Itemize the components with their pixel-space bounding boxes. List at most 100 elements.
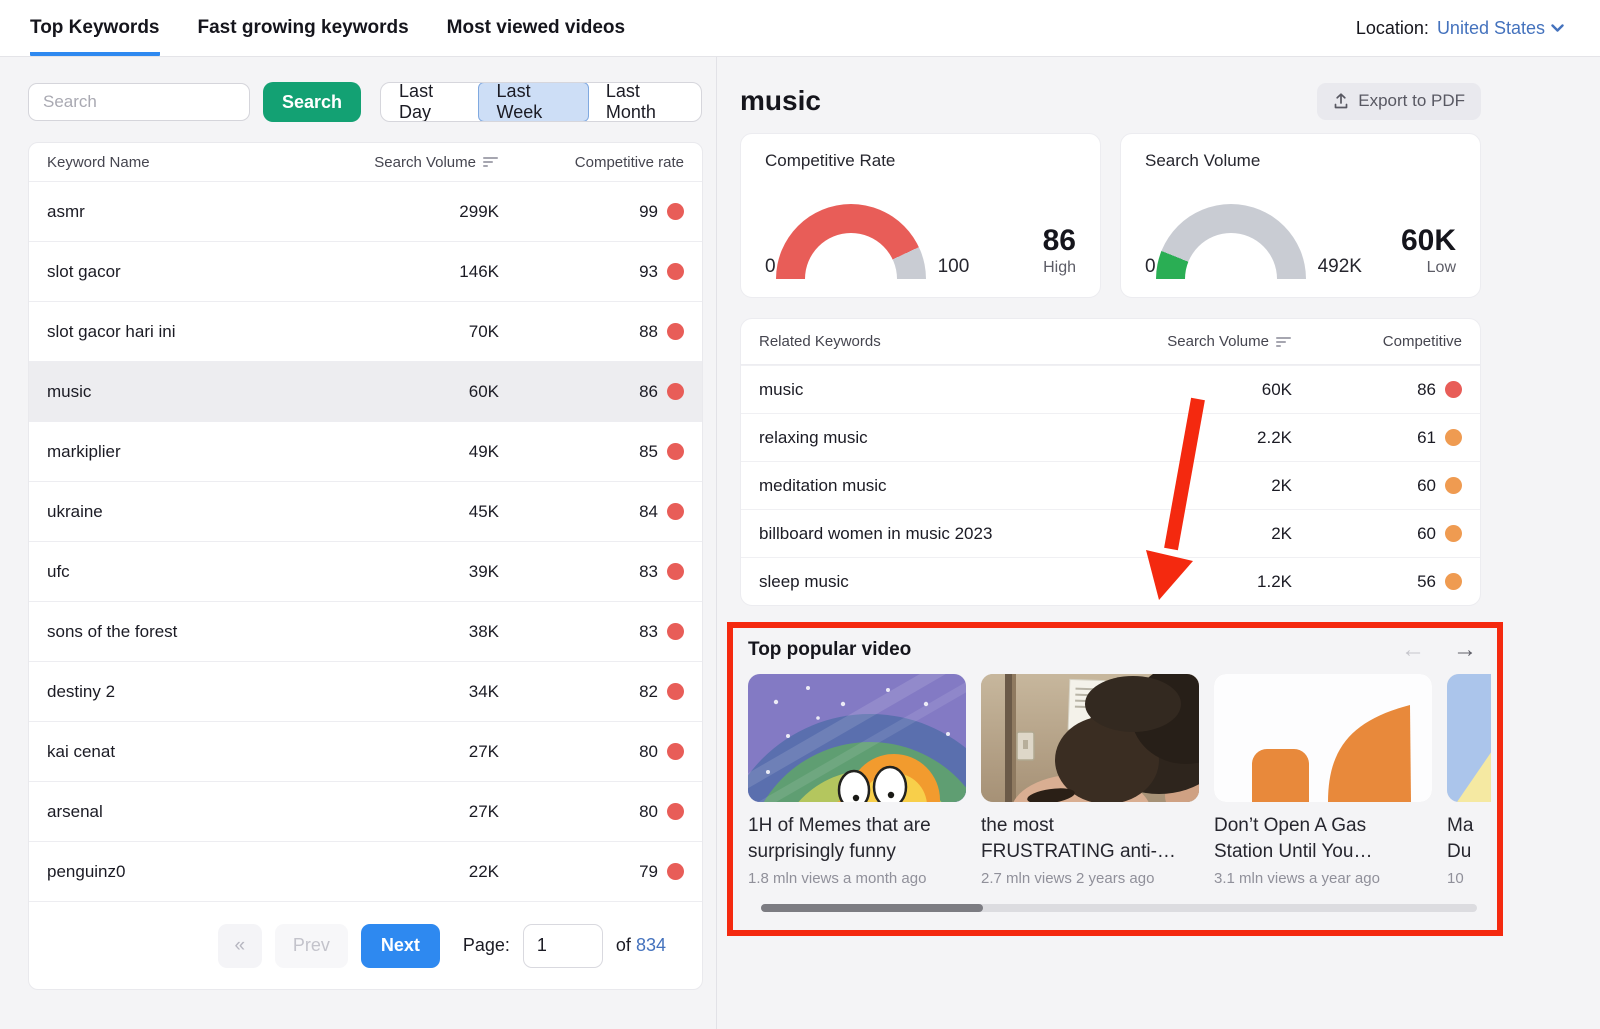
location-dropdown[interactable]: United States bbox=[1437, 18, 1564, 39]
table-row[interactable]: asmr 299K 99 bbox=[29, 181, 702, 241]
header-keyword-name: Keyword Name bbox=[47, 154, 329, 171]
page-number-input[interactable] bbox=[523, 924, 603, 968]
rate-dot bbox=[1445, 477, 1462, 494]
gauge-value: 60K bbox=[1401, 225, 1456, 257]
rate-cell: 80 bbox=[499, 742, 684, 762]
tab-most-viewed-videos[interactable]: Most viewed videos bbox=[447, 0, 625, 56]
rate-value: 84 bbox=[639, 502, 658, 522]
rate-dot bbox=[667, 203, 684, 220]
rate-value: 99 bbox=[639, 202, 658, 222]
video-card[interactable]: MaDu 10 bbox=[1447, 674, 1491, 887]
search-button[interactable]: Search bbox=[263, 82, 361, 122]
volume-cell: 2.2K bbox=[1112, 428, 1292, 448]
rate-dot bbox=[667, 683, 684, 700]
table-header-row: Keyword Name Search Volume Competitive r… bbox=[29, 143, 702, 181]
tab-top-keywords[interactable]: Top Keywords bbox=[30, 0, 160, 56]
rate-cell: 80 bbox=[499, 802, 684, 822]
rate-value: 60 bbox=[1417, 476, 1436, 496]
top-navigation-bar: Top Keywords Fast growing keywords Most … bbox=[0, 0, 1600, 57]
first-page-button[interactable]: « bbox=[218, 924, 262, 968]
gauge-min: 0 bbox=[1145, 256, 1156, 279]
table-row-selected[interactable]: music 60K 86 bbox=[29, 361, 702, 421]
rate-cell: 82 bbox=[499, 682, 684, 702]
carousel-next-icon[interactable]: → bbox=[1453, 638, 1477, 662]
video-thumbnail-clipped bbox=[1447, 674, 1491, 802]
table-row[interactable]: sons of the forest 38K 83 bbox=[29, 601, 702, 661]
table-row[interactable]: slot gacor 146K 93 bbox=[29, 241, 702, 301]
related-keywords-table: Related Keywords Search Volume Competiti… bbox=[740, 318, 1481, 606]
related-row[interactable]: music 60K 86 bbox=[741, 365, 1480, 413]
carousel-scrollbar-thumb[interactable] bbox=[761, 904, 983, 912]
header-label: Search Volume bbox=[374, 154, 476, 171]
rate-cell: 85 bbox=[499, 442, 684, 462]
video-card[interactable]: Don’t Open A GasStation Until You… 3.1 m… bbox=[1214, 674, 1432, 887]
next-page-button[interactable]: Next bbox=[361, 924, 440, 968]
rate-cell: 86 bbox=[1292, 380, 1462, 400]
volume-cell: 49K bbox=[329, 442, 499, 462]
period-last-month[interactable]: Last Month bbox=[588, 83, 701, 121]
related-row[interactable]: billboard women in music 2023 2K 60 bbox=[741, 509, 1480, 557]
table-row[interactable]: ukraine 45K 84 bbox=[29, 481, 702, 541]
video-views: 2.7 mln views 2 years ago bbox=[981, 870, 1199, 887]
rate-cell: 93 bbox=[499, 262, 684, 282]
competitive-rate-card: Competitive Rate 0 100 86 High bbox=[740, 133, 1101, 298]
volume-cell: 1.2K bbox=[1112, 572, 1292, 592]
volume-cell: 22K bbox=[329, 862, 499, 882]
keyword-cell: asmr bbox=[47, 202, 329, 222]
table-row[interactable]: markiplier 49K 85 bbox=[29, 421, 702, 481]
video-card[interactable]: the mostFRUSTRATING anti-… 2.7 mln views… bbox=[981, 674, 1199, 887]
header-search-volume[interactable]: Search Volume bbox=[1112, 333, 1292, 350]
period-toggle-group: Last Day Last Week Last Month bbox=[380, 82, 702, 122]
period-last-day[interactable]: Last Day bbox=[381, 83, 479, 121]
keyword-cell: music bbox=[759, 380, 1112, 400]
video-title: the mostFRUSTRATING anti-… bbox=[981, 813, 1199, 865]
volume-cell: 60K bbox=[329, 382, 499, 402]
rate-value: 61 bbox=[1417, 428, 1436, 448]
rate-dot bbox=[667, 263, 684, 280]
carousel-header: Top popular video ← → bbox=[748, 638, 1491, 662]
keyword-cell: arsenal bbox=[47, 802, 329, 822]
location-label: Location: bbox=[1356, 18, 1429, 39]
table-row[interactable]: arsenal 27K 80 bbox=[29, 781, 702, 841]
table-controls: Search Last Day Last Week Last Month bbox=[28, 82, 702, 122]
video-card[interactable]: 1H of Memes that aresurprisingly funny 1… bbox=[748, 674, 966, 887]
volume-cell: 146K bbox=[329, 262, 499, 282]
carousel-scrollbar-track[interactable] bbox=[761, 904, 1477, 912]
rate-cell: 99 bbox=[499, 202, 684, 222]
total-pages-link[interactable]: 834 bbox=[636, 935, 666, 955]
table-row[interactable]: penguinz0 22K 79 bbox=[29, 841, 702, 901]
sort-icon[interactable] bbox=[483, 157, 499, 167]
rate-dot bbox=[667, 383, 684, 400]
related-row[interactable]: meditation music 2K 60 bbox=[741, 461, 1480, 509]
sort-icon[interactable] bbox=[1276, 337, 1292, 347]
rate-dot bbox=[667, 503, 684, 520]
rate-value: 86 bbox=[639, 382, 658, 402]
keyword-cell: sons of the forest bbox=[47, 622, 329, 642]
video-title: 1H of Memes that aresurprisingly funny bbox=[748, 813, 966, 865]
volume-cell: 70K bbox=[329, 322, 499, 342]
table-row[interactable]: destiny 2 34K 82 bbox=[29, 661, 702, 721]
keyword-cell: sleep music bbox=[759, 572, 1112, 592]
related-row[interactable]: sleep music 1.2K 56 bbox=[741, 557, 1480, 605]
prev-page-button[interactable]: Prev bbox=[275, 924, 348, 968]
rate-cell: 84 bbox=[499, 502, 684, 522]
related-row[interactable]: relaxing music 2.2K 61 bbox=[741, 413, 1480, 461]
gauge-value: 86 bbox=[1043, 225, 1076, 257]
export-icon bbox=[1333, 93, 1349, 110]
search-input[interactable] bbox=[28, 83, 250, 121]
table-row[interactable]: kai cenat 27K 80 bbox=[29, 721, 702, 781]
tab-label: Most viewed videos bbox=[447, 17, 625, 39]
keyword-cell: meditation music bbox=[759, 476, 1112, 496]
gauge-title: Competitive Rate bbox=[765, 151, 1076, 171]
period-last-week[interactable]: Last Week bbox=[478, 82, 589, 122]
export-pdf-button[interactable]: Export to PDF bbox=[1317, 83, 1481, 120]
tab-label: Top Keywords bbox=[30, 17, 160, 39]
tab-fast-growing-keywords[interactable]: Fast growing keywords bbox=[198, 0, 409, 56]
location-selector: Location: United States bbox=[1356, 18, 1564, 39]
gauge-cards: Competitive Rate 0 100 86 High bbox=[740, 133, 1600, 298]
table-row[interactable]: ufc 39K 83 bbox=[29, 541, 702, 601]
carousel-prev-icon[interactable]: ← bbox=[1401, 638, 1425, 662]
rate-dot bbox=[1445, 429, 1462, 446]
table-row[interactable]: slot gacor hari ini 70K 88 bbox=[29, 301, 702, 361]
header-search-volume[interactable]: Search Volume bbox=[329, 154, 499, 171]
